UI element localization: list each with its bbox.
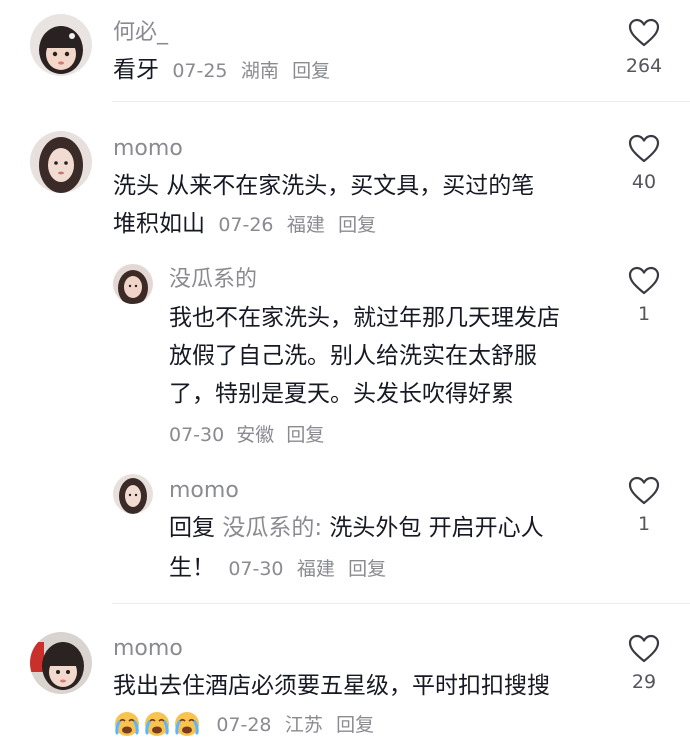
comment-text-line-2: 07-28 江苏 回复	[113, 706, 374, 743]
divider	[112, 603, 690, 604]
reply-date: 07-30	[169, 424, 225, 446]
comment-username[interactable]: momo	[113, 634, 183, 664]
mention-link[interactable]: 没瓜系的:	[222, 515, 322, 541]
comment-username[interactable]: momo	[113, 134, 183, 164]
comment-text: 看牙 07-25 湖南 回复	[113, 52, 330, 89]
crying-face-icon	[145, 712, 169, 736]
like-button[interactable]: 1	[614, 266, 674, 326]
heart-icon[interactable]	[628, 476, 660, 506]
reply-date: 07-30	[228, 558, 284, 580]
like-count: 40	[631, 171, 657, 193]
avatar[interactable]	[30, 131, 92, 193]
reply-location: 福建	[296, 558, 335, 580]
reply-body: 生！	[169, 555, 215, 581]
like-count: 29	[631, 671, 657, 693]
crying-face-icon	[115, 712, 139, 736]
heart-icon[interactable]	[628, 134, 660, 164]
reply-text-line-1: 我也不在家洗头，就过年那几天理发店	[169, 305, 560, 331]
reply-meta: 07-30 安徽 回复	[169, 420, 324, 450]
reply-button[interactable]: 回复	[338, 214, 376, 236]
reply-button[interactable]: 回复	[336, 714, 374, 736]
avatar[interactable]	[113, 474, 153, 514]
comment-location: 湖南	[240, 60, 279, 82]
comment-body: 看牙	[113, 57, 159, 83]
comment-date: 07-28	[216, 714, 272, 736]
heart-icon[interactable]	[628, 18, 660, 48]
like-button[interactable]: 29	[614, 634, 674, 694]
comment-location: 江苏	[284, 714, 323, 736]
heart-icon[interactable]	[628, 634, 660, 664]
like-button[interactable]: 1	[614, 476, 674, 536]
reply-text-line-2: 生！ 07-30 福建 回复	[169, 550, 386, 587]
reply-text-line-3: 了，特别是夏天。头发长吹得好累	[169, 381, 514, 407]
comment-location: 福建	[286, 214, 325, 236]
reply-text-line-2: 放假了自己洗。别人给洗实在太舒服	[169, 343, 537, 369]
comment-text-line-1: 洗头 从来不在家洗头，买文具，买过的笔	[113, 173, 535, 199]
reply-location: 安徽	[236, 424, 275, 446]
divider	[112, 101, 690, 102]
reply-button[interactable]: 回复	[286, 424, 324, 446]
comment-date: 07-25	[172, 60, 228, 82]
comment-date: 07-26	[218, 214, 274, 236]
heart-icon[interactable]	[628, 266, 660, 296]
reply-username[interactable]: 没瓜系的	[169, 265, 257, 295]
comment-text-line-1: 我出去住酒店必须要五星级，平时扣扣搜搜	[113, 673, 550, 699]
like-count: 1	[637, 303, 651, 325]
reply-username[interactable]: momo	[169, 476, 239, 506]
avatar[interactable]	[30, 632, 92, 694]
like-button[interactable]: 40	[614, 134, 674, 194]
crying-face-icon	[175, 712, 199, 736]
like-count: 264	[625, 55, 663, 77]
comment-username[interactable]: 何必_	[113, 18, 168, 48]
reply-body: 洗头外包 开启开心人	[329, 515, 544, 541]
reply-button[interactable]: 回复	[348, 558, 386, 580]
comment-body: 堆积如山	[113, 211, 205, 237]
reply-prefix: 回复	[169, 515, 215, 541]
avatar[interactable]	[113, 264, 153, 304]
comment-text-line-2: 堆积如山 07-26 福建 回复	[113, 206, 376, 243]
reply-text-line-1: 回复 没瓜系的: 洗头外包 开启开心人	[169, 510, 544, 546]
like-button[interactable]: 264	[614, 18, 674, 78]
reply-button[interactable]: 回复	[292, 60, 330, 82]
like-count: 1	[637, 513, 651, 535]
avatar[interactable]	[30, 14, 92, 76]
